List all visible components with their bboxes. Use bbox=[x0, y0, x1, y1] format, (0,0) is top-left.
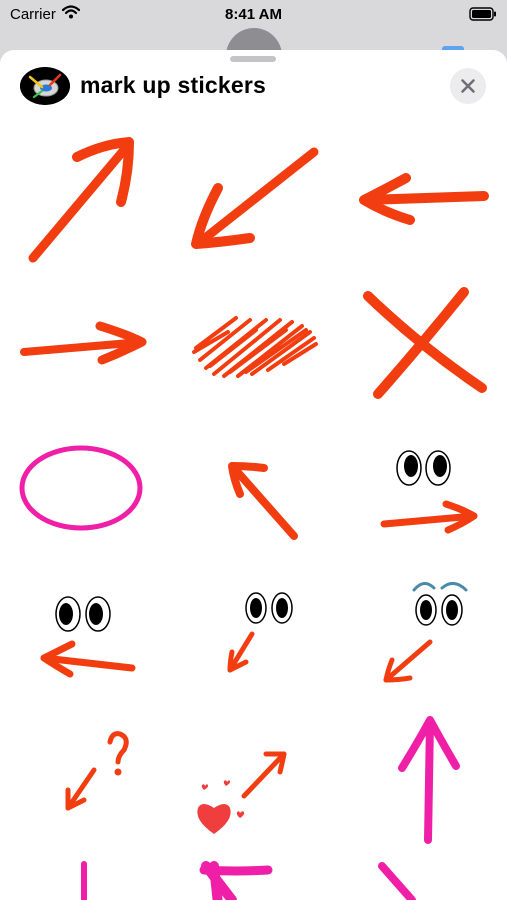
sticker-arrow-down-left[interactable] bbox=[188, 142, 323, 254]
sticker-pink-arrow-up[interactable] bbox=[394, 712, 464, 844]
sticker-pink-arrow-partial[interactable] bbox=[196, 860, 276, 900]
sticker-x-mark[interactable] bbox=[360, 286, 490, 402]
sticker-arrow-left[interactable] bbox=[358, 170, 490, 228]
sticker-pink-line-partial[interactable] bbox=[74, 860, 94, 900]
sticker-grid bbox=[0, 50, 507, 900]
sticker-scribble[interactable] bbox=[190, 308, 320, 380]
sticker-pink-oval[interactable] bbox=[18, 442, 148, 534]
sticker-arrow-up-right[interactable] bbox=[25, 132, 140, 263]
sticker-arrow-up-left[interactable] bbox=[224, 460, 302, 542]
status-bar: Carrier 8:41 AM bbox=[0, 0, 507, 30]
sticker-sheet: mark up stickers bbox=[0, 50, 507, 900]
sticker-eyes-arrow-right[interactable] bbox=[376, 446, 482, 536]
sticker-eyes-arrow-left[interactable] bbox=[36, 594, 140, 680]
battery-icon bbox=[469, 7, 496, 21]
sticker-question-mark-arrow[interactable] bbox=[60, 730, 134, 816]
sticker-eyes-arrow-down-left[interactable] bbox=[222, 590, 302, 678]
sticker-eyebrows-eyes-arrow-down-left[interactable] bbox=[378, 576, 474, 688]
sticker-hearts-arrow[interactable] bbox=[192, 742, 292, 836]
sticker-arrow-right[interactable] bbox=[18, 318, 150, 368]
status-time: 8:41 AM bbox=[225, 6, 282, 23]
sticker-pink-arrow-partial-right[interactable] bbox=[376, 860, 426, 900]
